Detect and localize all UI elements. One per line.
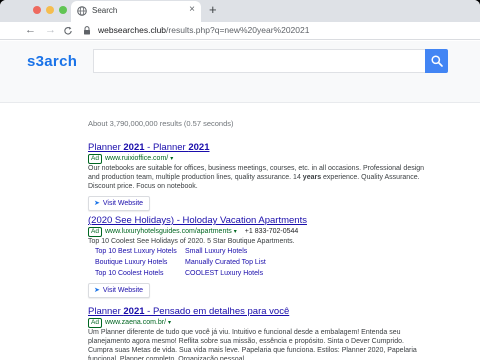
result-url[interactable]: www.ruixioffice.com/: [105, 155, 168, 162]
globe-icon: [77, 6, 87, 16]
result-description: Top 10 Coolest See Holidays of 2020. 5 S…: [88, 238, 295, 245]
result-url-line: Ad www.luxuryhotelsguides.com/apartments …: [88, 227, 428, 237]
title-text: - Planner: [144, 142, 189, 153]
minimize-window-button[interactable]: [46, 6, 54, 14]
result-title-link[interactable]: (2020 See Holidays) - Holoday Vacation A…: [88, 215, 428, 226]
sitelink[interactable]: Small Luxury Hotels: [185, 247, 305, 256]
back-button[interactable]: ←: [25, 23, 36, 37]
search-icon: [431, 55, 443, 67]
new-tab-button[interactable]: +: [209, 2, 217, 18]
visit-label: Visit Website: [102, 200, 144, 207]
result-url-line: Ad www.zaena.com.br/ ▾: [88, 318, 428, 328]
phone-number[interactable]: +1 833-702-0544: [245, 228, 299, 235]
result-url[interactable]: www.luxuryhotelsguides.com/apartments: [105, 228, 232, 235]
reload-icon[interactable]: [63, 26, 73, 36]
site-logo[interactable]: s3arch: [27, 53, 77, 70]
ad-result: Planner 2021 - Planner 2021 Ad www.ruixio…: [88, 142, 428, 211]
title-text: Planner: [88, 142, 124, 153]
search-input[interactable]: [93, 49, 425, 73]
visit-label: Visit Website: [102, 287, 144, 294]
desc-highlight: years: [302, 174, 322, 181]
search-button[interactable]: [425, 49, 448, 73]
maximize-window-button[interactable]: [59, 6, 67, 14]
browser-window: Search × + ← → websearches.club/results.…: [0, 0, 480, 360]
sitelink[interactable]: Manually Curated Top List: [185, 258, 305, 267]
ad-result: Planner 2021 - Pensado em detalhes para …: [88, 306, 428, 360]
arrow-icon: ➤: [94, 200, 100, 207]
result-title-link[interactable]: Planner 2021 - Pensado em detalhes para …: [88, 306, 428, 317]
title-highlight: 2021: [188, 142, 210, 153]
dropdown-caret-icon[interactable]: ▾: [234, 229, 237, 235]
sitelink[interactable]: COOLEST Luxury Hotels: [185, 269, 305, 278]
result-description: Um Planner diferente de tudo que você já…: [88, 329, 417, 360]
result-stats: About 3,790,000,000 results (0.57 second…: [88, 119, 234, 128]
sitelinks: Top 10 Best Luxury Hotels Small Luxury H…: [95, 247, 428, 278]
sitelink[interactable]: Top 10 Best Luxury Hotels: [95, 247, 185, 256]
visit-website-button[interactable]: ➤ Visit Website: [88, 283, 151, 298]
arrow-icon: ➤: [94, 287, 100, 294]
close-window-button[interactable]: [33, 6, 41, 14]
forward-button[interactable]: →: [45, 23, 56, 37]
title-highlight: 2021: [123, 142, 145, 153]
visit-website-button[interactable]: ➤ Visit Website: [88, 196, 151, 211]
ad-badge: Ad: [88, 227, 102, 237]
ad-badge: Ad: [88, 154, 102, 164]
url-path: /results.php?q=new%20year%202021: [166, 25, 310, 35]
tab-title: Search: [92, 6, 118, 15]
ad-result: (2020 See Holidays) - Holoday Vacation A…: [88, 215, 428, 298]
dropdown-caret-icon[interactable]: ▾: [170, 156, 173, 162]
result-title-link[interactable]: Planner 2021 - Planner 2021: [88, 142, 428, 153]
browser-toolbar: ← → websearches.club/results.php?q=new%2…: [0, 22, 480, 40]
tab-bar: Search × +: [0, 0, 480, 22]
dropdown-caret-icon[interactable]: ▾: [168, 320, 171, 326]
search-header: s3arch: [0, 41, 480, 103]
sitelink[interactable]: Top 10 Coolest Hotels: [95, 269, 185, 278]
sitelink[interactable]: Boutique Luxury Hotels: [95, 258, 185, 267]
result-url[interactable]: www.zaena.com.br/: [105, 319, 166, 326]
lock-icon[interactable]: [83, 26, 91, 35]
ad-badge: Ad: [88, 318, 102, 328]
address-bar[interactable]: websearches.club/results.php?q=new%20yea…: [98, 25, 309, 35]
result-url-line: Ad www.ruixioffice.com/ ▾: [88, 154, 428, 164]
close-tab-icon[interactable]: ×: [189, 4, 195, 16]
title-highlight: 2021: [123, 306, 145, 317]
url-host: websearches.club: [98, 25, 167, 35]
title-text: Planner: [88, 306, 124, 317]
title-text: - Pensado em detalhes para você: [144, 306, 290, 317]
tab-search[interactable]: Search ×: [71, 1, 201, 22]
result-description: Our notebooks are suitable for offices, …: [88, 164, 428, 191]
